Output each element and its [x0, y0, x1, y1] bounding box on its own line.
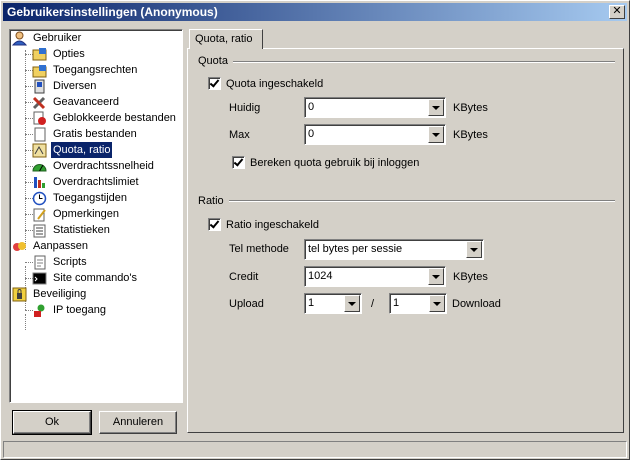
chevron-down-icon[interactable] [428, 268, 444, 285]
clock-icon [32, 191, 47, 206]
script-icon [32, 255, 47, 270]
ratio-upload-combo[interactable]: 1 [304, 293, 362, 314]
quota-current-combo[interactable]: 0 [304, 97, 446, 118]
cancel-button[interactable]: Annuleren [99, 411, 177, 434]
quota-group-divider [233, 61, 615, 63]
quota-calc-label: Bereken quota gebruik bij inloggen [250, 157, 420, 169]
tree-item-toegangsrechten[interactable]: Toegangsrechten [25, 62, 139, 78]
tree-item-gratis-bestanden[interactable]: Gratis bestanden [25, 126, 139, 142]
ratio-download-combo[interactable]: 1 [389, 293, 447, 314]
quota-current-value: 0 [308, 101, 315, 113]
chevron-down-icon[interactable] [428, 126, 444, 143]
tree-item-gebruiker[interactable]: Gebruiker [11, 30, 83, 46]
tree-item-diversen[interactable]: Diversen [25, 78, 98, 94]
folder-access-icon [32, 63, 47, 78]
options-icon [32, 47, 47, 62]
ip-icon [32, 303, 47, 318]
ratio-credit-value: 1024 [308, 270, 333, 282]
settings-window: Gebruikersinstellingen (Anonymous) ✕ Geb… [0, 0, 630, 460]
quota-current-label: Huidig [229, 102, 261, 114]
tree-item-scripts[interactable]: Scripts [25, 254, 89, 270]
tree-item-ip-toegang[interactable]: IP toegang [25, 302, 108, 318]
window-title: Gebruikersinstellingen (Anonymous) [7, 5, 218, 19]
chevron-down-icon[interactable] [428, 99, 444, 116]
ratio-group-divider [229, 200, 615, 202]
limit-icon [32, 175, 47, 190]
tree-item-geavanceerd[interactable]: Geavanceerd [25, 94, 121, 110]
quota-group-label: Quota [198, 55, 228, 67]
console-icon [32, 271, 47, 286]
tree-item-opties[interactable]: Opties [25, 46, 87, 62]
quota-max-combo[interactable]: 0 [304, 124, 446, 145]
ok-button[interactable]: Ok [12, 410, 92, 435]
stats-icon [32, 223, 47, 238]
ratio-upload-value: 1 [308, 297, 315, 309]
chevron-down-icon[interactable] [466, 241, 482, 258]
ratio-group-label: Ratio [198, 195, 224, 207]
close-icon: ✕ [612, 5, 622, 17]
ratio-credit-unit: KBytes [453, 271, 488, 283]
chevron-down-icon[interactable] [344, 295, 360, 312]
customize-icon [12, 239, 27, 254]
quota-max-value: 0 [308, 128, 315, 140]
quota-max-label: Max [229, 129, 250, 141]
tree-item-overdrachtssnelheid[interactable]: Overdrachtssnelheid [25, 158, 156, 174]
ratio-download-label: Download [452, 298, 501, 310]
tools-icon [32, 95, 47, 110]
close-button[interactable]: ✕ [609, 5, 625, 19]
ratio-enabled-label: Ratio ingeschakeld [226, 219, 319, 231]
quota-current-unit: KBytes [453, 102, 488, 114]
ratio-method-label: Tel methode [229, 243, 289, 255]
status-bar [3, 441, 627, 458]
tree-item-statistieken[interactable]: Statistieken [25, 222, 112, 238]
file-icon [32, 127, 47, 142]
notes-icon [32, 207, 47, 222]
tree-item-quota-ratio[interactable]: Quota, ratio [25, 142, 113, 158]
quota-calc-checkbox[interactable] [232, 156, 245, 169]
ratio-separator: / [371, 298, 375, 310]
quota-enabled-label: Quota ingeschakeld [226, 78, 324, 90]
ratio-method-select[interactable]: tel bytes per sessie [304, 239, 484, 260]
lock-icon [12, 287, 27, 302]
scale-icon [32, 143, 47, 158]
tree-item-beveiliging[interactable]: Beveiliging [12, 286, 88, 302]
ratio-method-value: tel bytes per sessie [308, 243, 403, 255]
speed-icon [32, 159, 47, 174]
title-bar: Gebruikersinstellingen (Anonymous) ✕ [3, 3, 627, 21]
tree-item-site-commandos[interactable]: Site commando's [25, 270, 139, 286]
tree-connector [25, 314, 26, 330]
ratio-credit-combo[interactable]: 1024 [304, 266, 446, 287]
settings-tree[interactable]: Gebruiker Opties Toegangsrechten Diverse… [9, 29, 183, 403]
ratio-upload-label: Upload [229, 298, 264, 310]
quota-enabled-checkbox[interactable] [208, 77, 221, 90]
chevron-down-icon[interactable] [429, 295, 445, 312]
tree-item-toegangstijden[interactable]: Toegangstijden [25, 190, 129, 206]
ratio-download-value: 1 [393, 297, 400, 309]
user-icon [11, 31, 28, 46]
tree-item-overdrachtslimiet[interactable]: Overdrachtslimiet [25, 174, 141, 190]
tree-item-opmerkingen[interactable]: Opmerkingen [25, 206, 121, 222]
misc-icon [32, 79, 47, 94]
tree-item-aanpassen[interactable]: Aanpassen [12, 238, 90, 254]
ratio-enabled-checkbox[interactable] [208, 218, 221, 231]
blocked-file-icon [32, 111, 47, 126]
tree-item-geblokkeerde-bestanden[interactable]: Geblokkeerde bestanden [25, 110, 178, 126]
ratio-credit-label: Credit [229, 271, 259, 283]
tab-quota-ratio[interactable]: Quota, ratio [189, 29, 263, 49]
quota-max-unit: KBytes [453, 129, 488, 141]
